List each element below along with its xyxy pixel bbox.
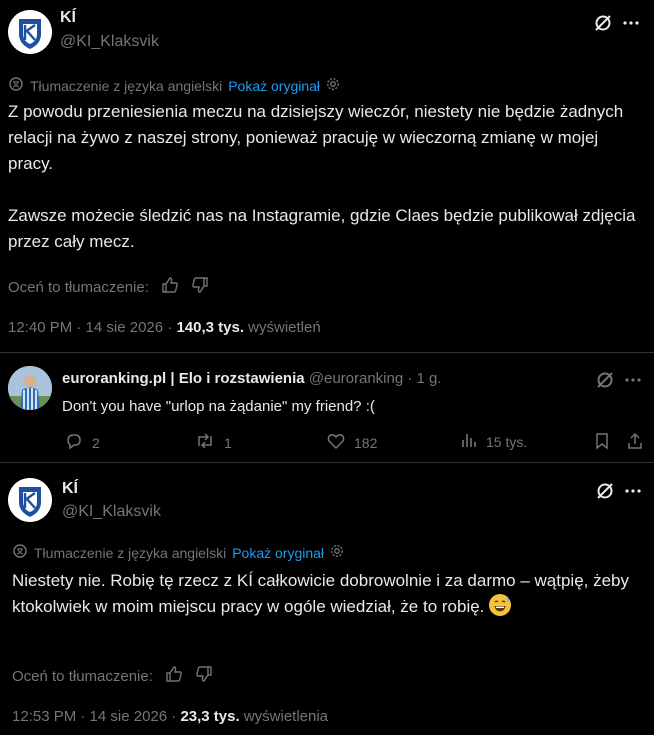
reply-count: 2 bbox=[92, 434, 100, 451]
like-action[interactable]: 182 bbox=[326, 431, 377, 454]
divider bbox=[0, 352, 654, 353]
translate-icon bbox=[8, 76, 24, 95]
thumbs-up-icon[interactable] bbox=[165, 665, 183, 687]
translation-label: Tłumaczenie z języka angielski bbox=[30, 77, 223, 94]
author-avatar[interactable] bbox=[8, 478, 52, 522]
post-meta: 12:53 PM · 14 sie 2026 · 23,3 tys. wyświ… bbox=[12, 708, 328, 725]
show-original-link[interactable]: Pokaż oryginał bbox=[232, 545, 324, 561]
views-count: 23,3 tys. bbox=[180, 708, 240, 725]
post-timestamp[interactable]: 12:40 PM · 14 sie 2026 · bbox=[8, 319, 172, 336]
author-avatar[interactable] bbox=[8, 10, 52, 54]
share-icon[interactable] bbox=[624, 430, 646, 452]
more-icon[interactable] bbox=[622, 369, 644, 391]
post-text: Z powodu przeniesienia meczu na dzisiejs… bbox=[8, 99, 644, 255]
rate-translation-label: Oceń to tłumaczenie: bbox=[8, 278, 149, 296]
reply-views-count: 15 tys. bbox=[486, 433, 528, 450]
repost-icon bbox=[194, 431, 216, 454]
rate-translation-label: Oceń to tłumaczenie: bbox=[12, 667, 153, 685]
views-label: wyświetlenia bbox=[243, 708, 329, 725]
views-label: wyświetleń bbox=[248, 319, 321, 336]
reply-icon bbox=[64, 431, 84, 454]
post-paragraph-1: Z powodu przeniesienia meczu na dzisiejs… bbox=[8, 102, 624, 173]
reply-text: Don't you have "urlop na żądanie" my fri… bbox=[62, 398, 375, 415]
translation-label: Tłumaczenie z języka angielski bbox=[34, 544, 227, 561]
bookmark-icon[interactable] bbox=[592, 431, 612, 451]
settings-icon[interactable] bbox=[330, 544, 344, 561]
post-timestamp[interactable]: 12:53 PM · 14 sie 2026 · bbox=[12, 708, 176, 725]
reply-author-handle[interactable]: @euroranking bbox=[309, 370, 403, 387]
translate-icon bbox=[12, 543, 28, 562]
post-text: Niestety nie. Robię tę rzecz z KÍ całkow… bbox=[12, 568, 642, 620]
grok-icon[interactable] bbox=[594, 369, 616, 391]
divider bbox=[0, 462, 654, 463]
like-count: 182 bbox=[354, 434, 378, 451]
grinning-sweat-emoji bbox=[489, 594, 512, 616]
reply-header: euroranking.pl | Elo i rozstawienia @eur… bbox=[62, 370, 442, 387]
author-handle[interactable]: @KI_Klaksvik bbox=[60, 33, 159, 51]
more-icon[interactable] bbox=[622, 480, 644, 502]
author-handle[interactable]: @KI_Klaksvik bbox=[62, 503, 161, 521]
like-icon bbox=[326, 431, 346, 454]
thumbs-down-icon[interactable] bbox=[191, 276, 209, 298]
rate-translation-row: Oceń to tłumaczenie: bbox=[12, 665, 213, 687]
post-paragraph-2: Zawsze możecie śledzić nas na Instagrami… bbox=[8, 206, 636, 251]
author-name[interactable]: KÍ bbox=[62, 480, 78, 498]
repost-action[interactable]: 1 bbox=[194, 431, 232, 454]
grok-icon[interactable] bbox=[592, 12, 614, 34]
views-action[interactable]: 15 tys. bbox=[460, 431, 527, 452]
reply-age[interactable]: · 1 g. bbox=[407, 370, 441, 387]
show-original-link[interactable]: Pokaż oryginał bbox=[228, 78, 320, 94]
translation-bar: Tłumaczenie z języka angielski Pokaż ory… bbox=[12, 543, 344, 562]
thumbs-down-icon[interactable] bbox=[195, 665, 213, 687]
rate-translation-row: Oceń to tłumaczenie: bbox=[8, 276, 209, 298]
views-icon bbox=[460, 431, 478, 452]
reply-author-name[interactable]: euroranking.pl | Elo i rozstawienia bbox=[62, 370, 305, 387]
reply-avatar[interactable] bbox=[8, 366, 52, 410]
author-name[interactable]: KÍ bbox=[60, 9, 76, 27]
post-meta: 12:40 PM · 14 sie 2026 · 140,3 tys. wyśw… bbox=[8, 319, 321, 336]
thumbs-up-icon[interactable] bbox=[161, 276, 179, 298]
repost-count: 1 bbox=[224, 434, 232, 451]
grok-icon[interactable] bbox=[594, 480, 616, 502]
translation-bar: Tłumaczenie z języka angielski Pokaż ory… bbox=[8, 76, 340, 95]
settings-icon[interactable] bbox=[326, 77, 340, 94]
reply-action[interactable]: 2 bbox=[64, 431, 100, 454]
post-paragraph: Niestety nie. Robię tę rzecz z KÍ całkow… bbox=[12, 571, 630, 616]
more-icon[interactable] bbox=[620, 12, 642, 34]
views-count: 140,3 tys. bbox=[176, 319, 244, 336]
